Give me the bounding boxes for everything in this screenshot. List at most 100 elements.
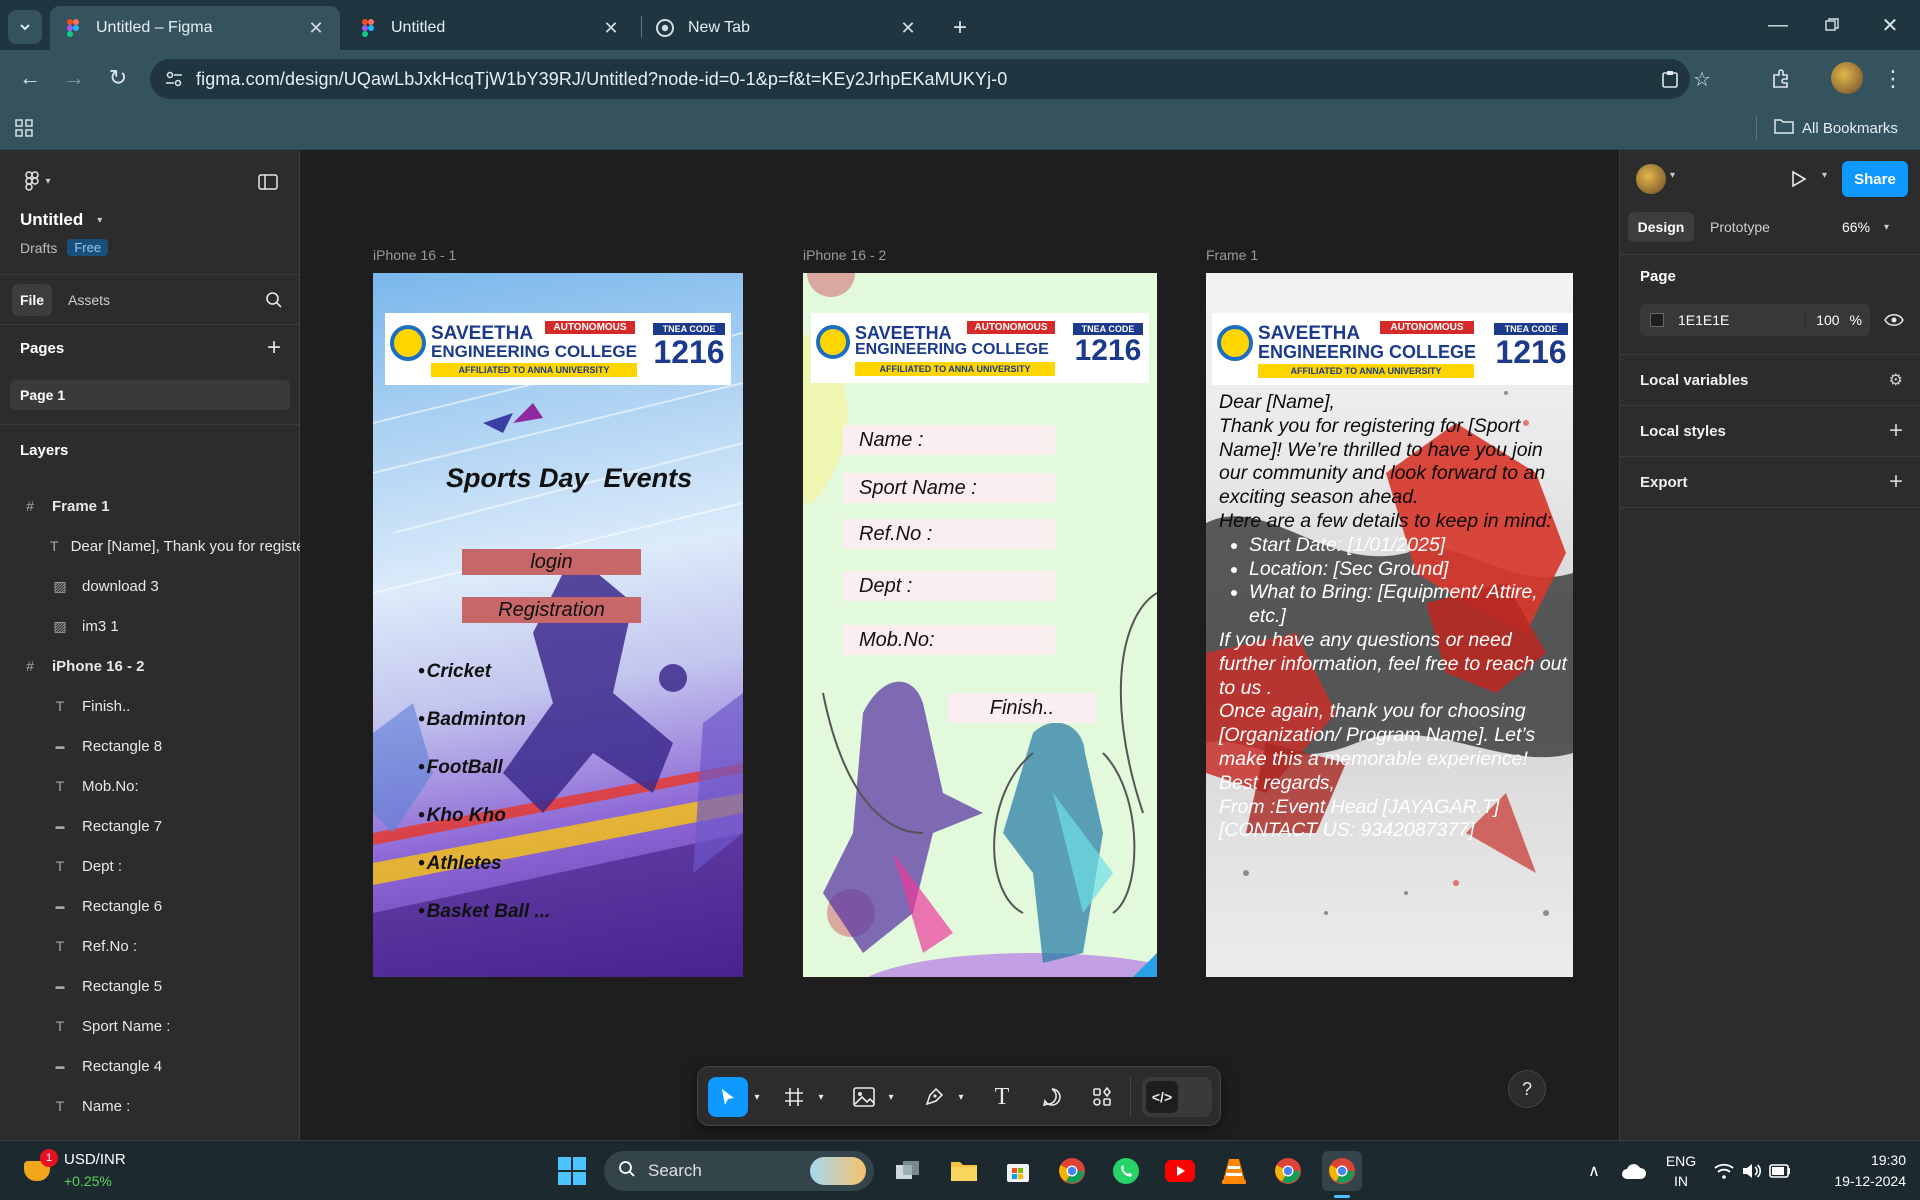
frame-tool-button[interactable] — [776, 1077, 812, 1117]
vlc-icon[interactable] — [1214, 1151, 1254, 1191]
local-variables-section[interactable]: Local variables ⚙ — [1620, 355, 1920, 406]
close-tab-icon[interactable]: ✕ — [898, 18, 918, 39]
move-tool-button[interactable] — [708, 1077, 748, 1117]
language-indicator[interactable]: ENG IN — [1660, 1151, 1702, 1191]
finish-button[interactable]: Finish.. — [948, 693, 1096, 723]
bookmark-star-icon[interactable]: ☆ — [1690, 67, 1714, 91]
layer-row[interactable]: ▬ Rectangle 4 — [0, 1046, 300, 1086]
frame-label[interactable]: iPhone 16 - 2 — [803, 247, 886, 263]
layer-row[interactable]: T Sport Name : — [0, 1006, 300, 1046]
profile-avatar[interactable] — [1831, 62, 1863, 94]
chevron-down-icon[interactable]: ▾ — [750, 1077, 764, 1117]
tab-new-tab[interactable]: New Tab ✕ — [642, 6, 932, 50]
volume-icon[interactable] — [1738, 1151, 1766, 1191]
battery-icon[interactable] — [1766, 1151, 1794, 1191]
tab-design[interactable]: Design — [1628, 212, 1694, 242]
close-tab-icon[interactable]: ✕ — [601, 18, 621, 39]
page-color-hex[interactable]: 1E1E1E — [1678, 312, 1805, 328]
form-field-box[interactable]: Ref.No : — [843, 519, 1055, 549]
add-page-plus-icon[interactable]: + — [260, 334, 288, 362]
export-section[interactable]: Export + — [1620, 457, 1920, 508]
file-explorer-icon[interactable] — [944, 1151, 984, 1191]
search-icon[interactable] — [262, 288, 286, 312]
layer-row[interactable]: T Name : — [0, 1086, 300, 1126]
iphone-16-2-frame[interactable]: SAVEETHA AUTONOMOUS ENGINEERING COLLEGE … — [803, 273, 1157, 977]
pen-tool-button[interactable] — [916, 1077, 952, 1117]
present-play-icon[interactable] — [1784, 164, 1814, 194]
page-item[interactable]: Page 1 — [10, 380, 290, 410]
microsoft-store-icon[interactable] — [998, 1151, 1038, 1191]
task-view-icon[interactable] — [888, 1151, 928, 1191]
add-export-plus-icon[interactable]: + — [1889, 468, 1903, 496]
comment-tool-button[interactable] — [1034, 1077, 1070, 1117]
stock-ticker-widget[interactable]: 1 USD/INR +0.25% — [20, 1149, 140, 1193]
drafts-link[interactable]: Drafts — [20, 240, 57, 256]
layer-row[interactable]: T Finish.. — [0, 686, 300, 726]
dev-mode-toggle[interactable]: </> — [1142, 1077, 1212, 1117]
show-hidden-icons-chevron[interactable]: ∧ — [1574, 1151, 1614, 1191]
chevron-down-icon[interactable]: ▾ — [1670, 170, 1675, 181]
figma-main-menu-icon[interactable]: ▾ — [18, 166, 58, 196]
tab-file[interactable]: File — [12, 284, 52, 316]
form-field-box[interactable]: Mob.No: — [843, 625, 1055, 655]
layer-row[interactable]: ▨ download 3 — [0, 566, 300, 606]
share-button[interactable]: Share — [1842, 161, 1908, 197]
restore-window-icon[interactable] — [1810, 8, 1854, 42]
toggle-sidebar-icon[interactable] — [256, 172, 280, 192]
help-button[interactable]: ? — [1508, 1070, 1546, 1108]
layer-row[interactable]: ▨ im3 1 — [0, 606, 300, 646]
tab-search-icon[interactable] — [8, 10, 42, 44]
layer-row[interactable]: ▬ Rectangle 7 — [0, 806, 300, 846]
frame-label[interactable]: iPhone 16 - 1 — [373, 247, 456, 263]
taskbar-search-box[interactable]: Search — [604, 1151, 874, 1191]
all-bookmarks-button[interactable]: All Bookmarks — [1774, 114, 1898, 142]
layer-row[interactable]: ▬ Rectangle 8 — [0, 726, 300, 766]
registration-button[interactable]: Registration — [462, 597, 641, 623]
local-styles-section[interactable]: Local styles + — [1620, 406, 1920, 457]
tab-prototype[interactable]: Prototype — [1710, 212, 1770, 242]
design-canvas[interactable]: iPhone 16 - 1 iPhone 16 - 2 Frame 1 SAVE… — [300, 150, 1619, 1140]
variables-settings-icon[interactable]: ⚙ — [1889, 370, 1903, 390]
form-field-box[interactable]: Name : — [843, 425, 1055, 455]
form-field-box[interactable]: Sport Name : — [843, 473, 1055, 503]
chevron-down-icon[interactable]: ▾ — [884, 1077, 898, 1117]
iphone-16-1-frame[interactable]: SAVEETHA AUTONOMOUS ENGINEERING COLLEGE … — [373, 273, 743, 977]
minimize-window-icon[interactable]: — — [1756, 8, 1800, 42]
layer-row[interactable]: T Dear [Name], Thank you for registering … — [0, 526, 300, 566]
address-bar[interactable]: figma.com/design/UQawLbJxkHcqTjW1bY39RJ/… — [150, 59, 1711, 99]
chevron-down-icon[interactable]: ▾ — [814, 1077, 828, 1117]
onedrive-cloud-icon[interactable] — [1614, 1151, 1654, 1191]
wifi-icon[interactable] — [1710, 1151, 1738, 1191]
add-style-plus-icon[interactable]: + — [1889, 417, 1903, 445]
chevron-down-icon[interactable]: ▾ — [954, 1077, 968, 1117]
chrome-profile-icon[interactable] — [1268, 1151, 1308, 1191]
layer-row[interactable]: ▬ Rectangle 6 — [0, 886, 300, 926]
zoom-dropdown[interactable]: 66% ▾ — [1842, 212, 1889, 242]
apps-grid-icon[interactable] — [12, 116, 36, 140]
color-swatch[interactable] — [1650, 313, 1664, 327]
youtube-icon[interactable] — [1160, 1151, 1200, 1191]
form-field-box[interactable]: Dept : — [843, 571, 1055, 601]
layer-row[interactable]: T Ref.No : — [0, 926, 300, 966]
frame-label[interactable]: Frame 1 — [1206, 247, 1258, 263]
close-tab-icon[interactable]: ✕ — [306, 18, 326, 39]
chrome-active-icon[interactable] — [1322, 1151, 1362, 1191]
page-opacity[interactable]: 100 — [1805, 312, 1840, 328]
layer-row[interactable]: # Frame 1 — [0, 486, 300, 526]
clipboard-icon[interactable] — [1658, 67, 1682, 91]
reload-icon[interactable]: ↻ — [100, 60, 136, 96]
tab-untitled[interactable]: Untitled ✕ — [345, 6, 635, 50]
login-button[interactable]: login — [462, 549, 641, 575]
layer-row[interactable]: T Dept : — [0, 846, 300, 886]
layer-row[interactable]: # iPhone 16 - 2 — [0, 646, 300, 686]
new-tab-plus-icon[interactable]: + — [944, 12, 976, 44]
image-tool-button[interactable] — [846, 1077, 882, 1117]
close-window-icon[interactable]: ✕ — [1868, 8, 1912, 42]
file-name-dropdown[interactable]: Untitled ▾ — [20, 210, 102, 230]
chevron-down-icon[interactable]: ▾ — [1822, 170, 1827, 181]
user-avatar[interactable] — [1636, 164, 1666, 194]
tab-assets[interactable]: Assets — [68, 284, 110, 316]
chrome-icon[interactable] — [1052, 1151, 1092, 1191]
windows-start-icon[interactable] — [552, 1151, 592, 1191]
forward-arrow-icon[interactable]: → — [56, 60, 92, 96]
